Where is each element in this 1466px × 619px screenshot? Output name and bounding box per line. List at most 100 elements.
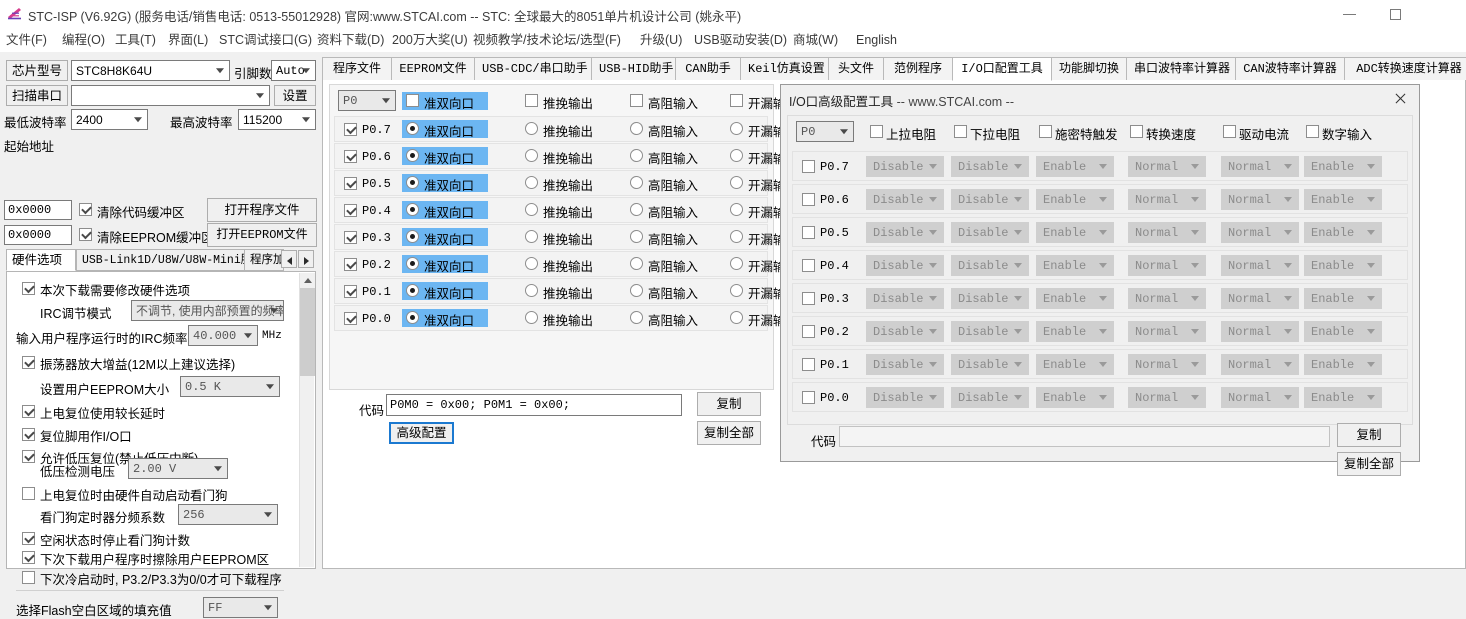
dialog-copy-button[interactable]: 复制 <box>1337 423 1401 447</box>
eeprom-start-address-input[interactable]: 0x0000 <box>4 225 72 245</box>
column-checkbox-1[interactable] <box>870 125 883 138</box>
menu-item-8[interactable]: 视频教学/技术论坛/选型(F) <box>473 31 621 49</box>
pin-setting-select-2[interactable]: Disable <box>951 387 1029 408</box>
option-select-9[interactable]: 2.00 V <box>128 458 228 479</box>
pin-mode-radio-4[interactable] <box>730 257 743 270</box>
tab-8[interactable]: 范例程序 <box>883 57 953 81</box>
pin-mode-radio-2[interactable] <box>525 149 538 162</box>
column-checkbox-3[interactable] <box>1039 125 1052 138</box>
column-checkbox-6[interactable] <box>1306 125 1319 138</box>
pin-enable-checkbox[interactable] <box>344 285 357 298</box>
pin-setting-select-6[interactable]: Enable <box>1304 288 1382 309</box>
pin-enable-checkbox[interactable] <box>802 226 815 239</box>
pin-setting-select-3[interactable]: Enable <box>1036 156 1114 177</box>
pin-setting-select-3[interactable]: Enable <box>1036 321 1114 342</box>
tab-scroll-left-button[interactable] <box>281 250 297 268</box>
dialog-port-select[interactable]: P0 <box>796 121 854 142</box>
pin-mode-radio-3[interactable] <box>630 149 643 162</box>
pin-setting-select-2[interactable]: Disable <box>951 354 1029 375</box>
option-select-2[interactable]: 不调节, 使用内部预置的频率 <box>131 300 284 321</box>
pin-mode-radio-4[interactable] <box>730 176 743 189</box>
tab-9[interactable]: I/O口配置工具 <box>952 57 1052 81</box>
pin-mode-radio-2[interactable] <box>525 257 538 270</box>
pin-setting-select-1[interactable]: Disable <box>866 354 944 375</box>
minimize-button[interactable] <box>1327 0 1373 28</box>
pin-setting-select-6[interactable]: Enable <box>1304 222 1382 243</box>
max-baud-select[interactable]: 115200 <box>238 109 316 130</box>
pin-enable-checkbox[interactable] <box>802 391 815 404</box>
menu-item-5[interactable]: STC调试接口(G) <box>219 31 312 49</box>
pin-enable-checkbox[interactable] <box>344 150 357 163</box>
pin-mode-radio-1[interactable] <box>406 176 419 189</box>
pin-setting-select-6[interactable]: Enable <box>1304 189 1382 210</box>
menu-item-3[interactable]: 工具(T) <box>115 31 156 49</box>
menu-item-6[interactable]: 资料下载(D) <box>317 31 384 49</box>
pin-setting-select-4[interactable]: Normal <box>1128 222 1206 243</box>
pin-setting-select-4[interactable]: Normal <box>1128 288 1206 309</box>
mode-header-checkbox-1[interactable] <box>406 94 419 107</box>
pin-mode-radio-3[interactable] <box>630 122 643 135</box>
io-port-select[interactable]: P0 <box>338 90 396 111</box>
tab-4[interactable]: USB-HID助手 <box>591 57 676 81</box>
pin-setting-select-3[interactable]: Enable <box>1036 288 1114 309</box>
pin-setting-select-5[interactable]: Normal <box>1221 321 1299 342</box>
pin-setting-select-5[interactable]: Normal <box>1221 288 1299 309</box>
advanced-config-button[interactable]: 高级配置 <box>389 422 454 444</box>
menu-item-11[interactable]: 商城(W) <box>793 31 838 49</box>
pin-mode-radio-1[interactable] <box>406 122 419 135</box>
mode-header-checkbox-3[interactable] <box>630 94 643 107</box>
pin-setting-select-2[interactable]: Disable <box>951 321 1029 342</box>
pin-setting-select-3[interactable]: Enable <box>1036 189 1114 210</box>
pin-setting-select-6[interactable]: Enable <box>1304 255 1382 276</box>
pin-mode-radio-1[interactable] <box>406 284 419 297</box>
pin-setting-select-2[interactable]: Disable <box>951 222 1029 243</box>
pin-setting-select-1[interactable]: Disable <box>866 222 944 243</box>
menu-item-10[interactable]: USB驱动安装(D) <box>694 31 787 49</box>
menu-item-12[interactable]: English <box>856 31 897 49</box>
pin-mode-radio-3[interactable] <box>630 203 643 216</box>
pin-mode-radio-4[interactable] <box>730 203 743 216</box>
pin-mode-radio-1[interactable] <box>406 149 419 162</box>
options-scrollbar[interactable] <box>299 273 315 567</box>
tab-10[interactable]: 功能脚切换 <box>1051 57 1127 81</box>
option-select-3[interactable]: 40.000 <box>188 325 258 346</box>
mode-header-checkbox-2[interactable] <box>525 94 538 107</box>
option-checkbox-6[interactable] <box>22 405 35 418</box>
menu-item-9[interactable]: 升级(U) <box>640 31 682 49</box>
pin-mode-radio-2[interactable] <box>525 230 538 243</box>
option-checkbox-7[interactable] <box>22 428 35 441</box>
menu-item-4[interactable]: 界面(L) <box>168 31 208 49</box>
serial-port-select[interactable] <box>71 85 270 106</box>
pin-setting-select-6[interactable]: Enable <box>1304 387 1382 408</box>
pin-enable-checkbox[interactable] <box>344 312 357 325</box>
pin-setting-select-6[interactable]: Enable <box>1304 321 1382 342</box>
pin-setting-select-5[interactable]: Normal <box>1221 222 1299 243</box>
pin-mode-radio-3[interactable] <box>630 230 643 243</box>
pin-enable-checkbox[interactable] <box>344 258 357 271</box>
option-checkbox-4[interactable] <box>22 356 35 369</box>
pin-setting-select-6[interactable]: Enable <box>1304 156 1382 177</box>
pin-mode-radio-2[interactable] <box>525 176 538 189</box>
pin-mode-radio-1[interactable] <box>406 203 419 216</box>
open-eeprom-file-button[interactable]: 打开EEPROM文件 <box>207 223 317 247</box>
pin-enable-checkbox[interactable] <box>802 358 815 371</box>
pin-setting-select-3[interactable]: Enable <box>1036 354 1114 375</box>
tab-6[interactable]: Keil仿真设置 <box>740 57 829 81</box>
pin-enable-checkbox[interactable] <box>344 123 357 136</box>
option-select-11[interactable]: 256 <box>178 504 278 525</box>
pin-setting-select-5[interactable]: Normal <box>1221 189 1299 210</box>
pin-mode-radio-4[interactable] <box>730 284 743 297</box>
scan-port-label[interactable]: 扫描串口 <box>6 85 68 106</box>
option-checkbox-14[interactable] <box>22 571 35 584</box>
pin-mode-radio-2[interactable] <box>525 122 538 135</box>
option-checkbox-13[interactable] <box>22 551 35 564</box>
tab-13[interactable]: ADC转换速度计算器 <box>1344 57 1466 81</box>
dialog-code-input[interactable] <box>839 426 1330 447</box>
open-program-file-button[interactable]: 打开程序文件 <box>207 198 317 222</box>
menu-item-2[interactable]: 编程(O) <box>62 31 105 49</box>
hardware-tab-1[interactable]: 硬件选项 <box>6 249 76 271</box>
menu-item-7[interactable]: 200万大奖(U) <box>392 31 468 49</box>
pin-enable-checkbox[interactable] <box>344 231 357 244</box>
io-copy-button[interactable]: 复制 <box>697 392 761 416</box>
scroll-up-button[interactable] <box>300 273 315 288</box>
